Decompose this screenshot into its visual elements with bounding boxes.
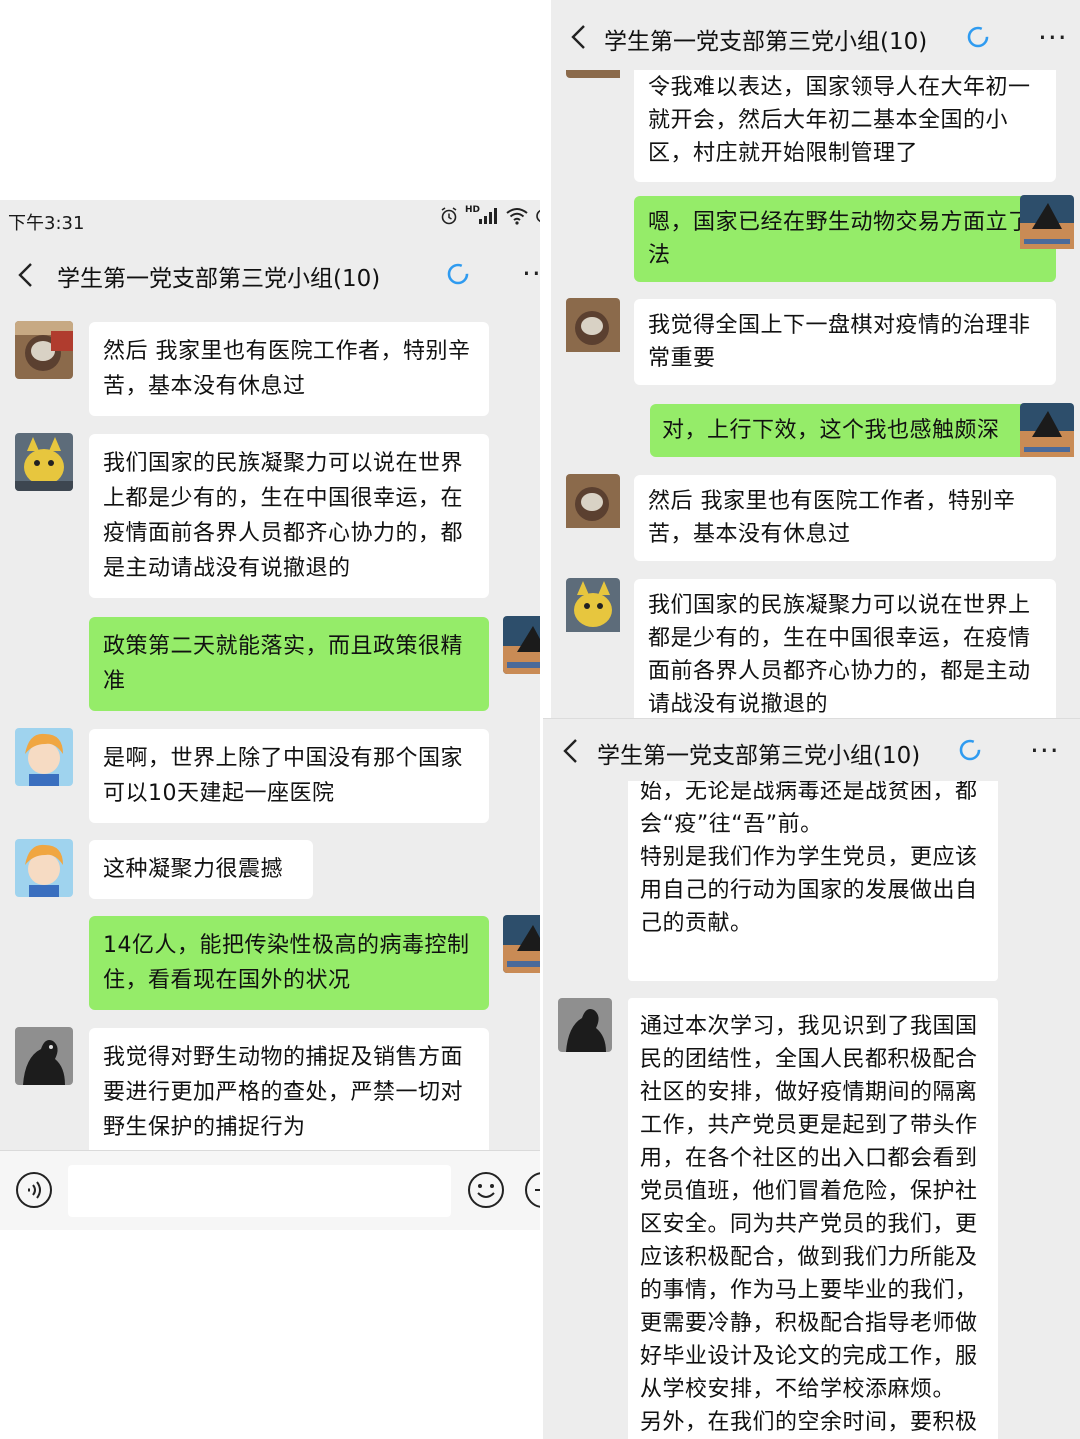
avatar[interactable] bbox=[566, 474, 620, 532]
message-bubble-incoming: 我觉得对野生动物的捕捉及销售方面要进行更加严格的查处，严禁一切对野生保护的捕捉行… bbox=[89, 1028, 489, 1157]
status-bar: 下午3:31 HD bbox=[0, 200, 540, 240]
plus-icon[interactable] bbox=[524, 1171, 540, 1209]
avatar[interactable] bbox=[1020, 195, 1074, 253]
message-bubble-incoming: 这种凝聚力很震撼 bbox=[89, 840, 313, 899]
message-bubble-outgoing: 对，上行下效，这个我也感触颇深 bbox=[650, 404, 1056, 457]
avatar[interactable] bbox=[15, 1027, 73, 1085]
loading-ring-icon bbox=[447, 263, 469, 285]
loading-ring-icon bbox=[967, 26, 989, 48]
message-bubble-incoming: 然后 我家里也有医院工作者，特别辛苦，基本没有休息过 bbox=[634, 475, 1056, 561]
signal-icon bbox=[479, 208, 497, 224]
message-bubble-incoming: 然后 我家里也有医院工作者，特别辛苦，基本没有休息过 bbox=[89, 322, 489, 416]
message-bubble-incoming: 我们国家的民族凝聚力可以说在世界上都是少有的，生在中国很幸运，在疫情面前各界人员… bbox=[634, 579, 1056, 718]
avatar[interactable] bbox=[15, 321, 73, 379]
avatar[interactable] bbox=[503, 616, 540, 674]
input-bar bbox=[0, 1150, 540, 1230]
chat-screen-left: 下午3:31 HD 学生第一党支部第三党小组(10) ··· 然后 我家里也有医… bbox=[0, 200, 540, 1230]
emoji-icon[interactable] bbox=[467, 1171, 505, 1209]
message-bubble-incoming: 通过本次学习，我见识到了我国国民的团结性，全国人民都积极配合社区的安排，做好疫情… bbox=[628, 998, 998, 1439]
message-text: 始，无论是战病毒还是战贫困，都会“疫”往“吾”前。 特别是我们作为学生党员，更应… bbox=[640, 779, 978, 936]
chat-screen-bottom-right: 学生第一党支部第三党小组(10) ··· 始，无论是战病毒还是战贫困，都会“疫”… bbox=[543, 718, 1080, 1439]
chat-header: 学生第一党支部第三党小组(10) ··· bbox=[0, 240, 540, 310]
chat-title: 学生第一党支部第三党小组(10) bbox=[597, 743, 921, 769]
status-icons: HD bbox=[439, 205, 540, 226]
avatar[interactable] bbox=[15, 433, 73, 491]
message-input[interactable] bbox=[68, 1165, 451, 1217]
wifi-icon bbox=[506, 208, 528, 225]
battery-icon bbox=[536, 209, 540, 223]
message-bubble-outgoing: 嗯，国家已经在野生动物交易方面立了法 bbox=[634, 196, 1056, 282]
hd-label: HD bbox=[464, 205, 480, 215]
chat-title: 学生第一党支部第三党小组(10) bbox=[57, 266, 381, 292]
avatar[interactable] bbox=[558, 998, 612, 1052]
status-time: 下午3:31 bbox=[8, 213, 85, 234]
message-bubble-incoming: 令我难以表达，国家领导人在大年初一就开会，然后大年初二基本全国的小区，村庄就开始… bbox=[634, 55, 1056, 182]
chat-header: 学生第一党支部第三党小组(10) ··· bbox=[551, 0, 1080, 70]
message-bubble-outgoing: 14亿人，能把传染性极高的病毒控制住，看看现在国外的状况 bbox=[89, 916, 489, 1010]
message-text: 通过本次学习，我见识到了我国国民的团结性，全国人民都积极配合社区的安排，做好疫情… bbox=[640, 1014, 978, 1435]
avatar[interactable] bbox=[15, 728, 73, 786]
message-bubble-incoming: 是啊，世界上除了中国没有那个国家可以10天建起一座医院 bbox=[89, 729, 489, 823]
alarm-icon bbox=[441, 207, 457, 225]
chat-screen-top-right: 学生第一党支部第三党小组(10) ··· 令我难以表达，国家领导人在大年初一就开… bbox=[551, 0, 1080, 718]
avatar[interactable] bbox=[503, 915, 540, 973]
back-chevron-icon[interactable] bbox=[16, 262, 36, 288]
avatar[interactable] bbox=[15, 839, 73, 897]
message-bubble-outgoing: 政策第二天就能落实，而且政策很精准 bbox=[89, 617, 489, 711]
more-dots-icon[interactable]: ··· bbox=[522, 260, 540, 288]
more-dots-icon[interactable]: ··· bbox=[1038, 24, 1068, 52]
back-chevron-icon[interactable] bbox=[569, 24, 589, 50]
avatar[interactable] bbox=[566, 578, 620, 636]
loading-ring-icon bbox=[959, 739, 981, 761]
message-bubble-incoming: 我们国家的民族凝聚力可以说在世界上都是少有的，生在中国很幸运，在疫情面前各界人员… bbox=[89, 434, 489, 598]
back-chevron-icon[interactable] bbox=[561, 738, 581, 764]
more-dots-icon[interactable]: ··· bbox=[1030, 737, 1060, 765]
avatar[interactable] bbox=[566, 298, 620, 356]
chat-header: 学生第一党支部第三党小组(10) ··· bbox=[543, 719, 1080, 781]
avatar[interactable] bbox=[1020, 403, 1074, 461]
message-bubble-incoming: 始，无论是战病毒还是战贫困，都会“疫”往“吾”前。 特别是我们作为学生党员，更应… bbox=[628, 775, 998, 981]
chat-title: 学生第一党支部第三党小组(10) bbox=[604, 29, 928, 55]
message-bubble-incoming: 我觉得全国上下一盘棋对疫情的治理非常重要 bbox=[634, 299, 1056, 385]
voice-icon[interactable] bbox=[15, 1171, 53, 1209]
